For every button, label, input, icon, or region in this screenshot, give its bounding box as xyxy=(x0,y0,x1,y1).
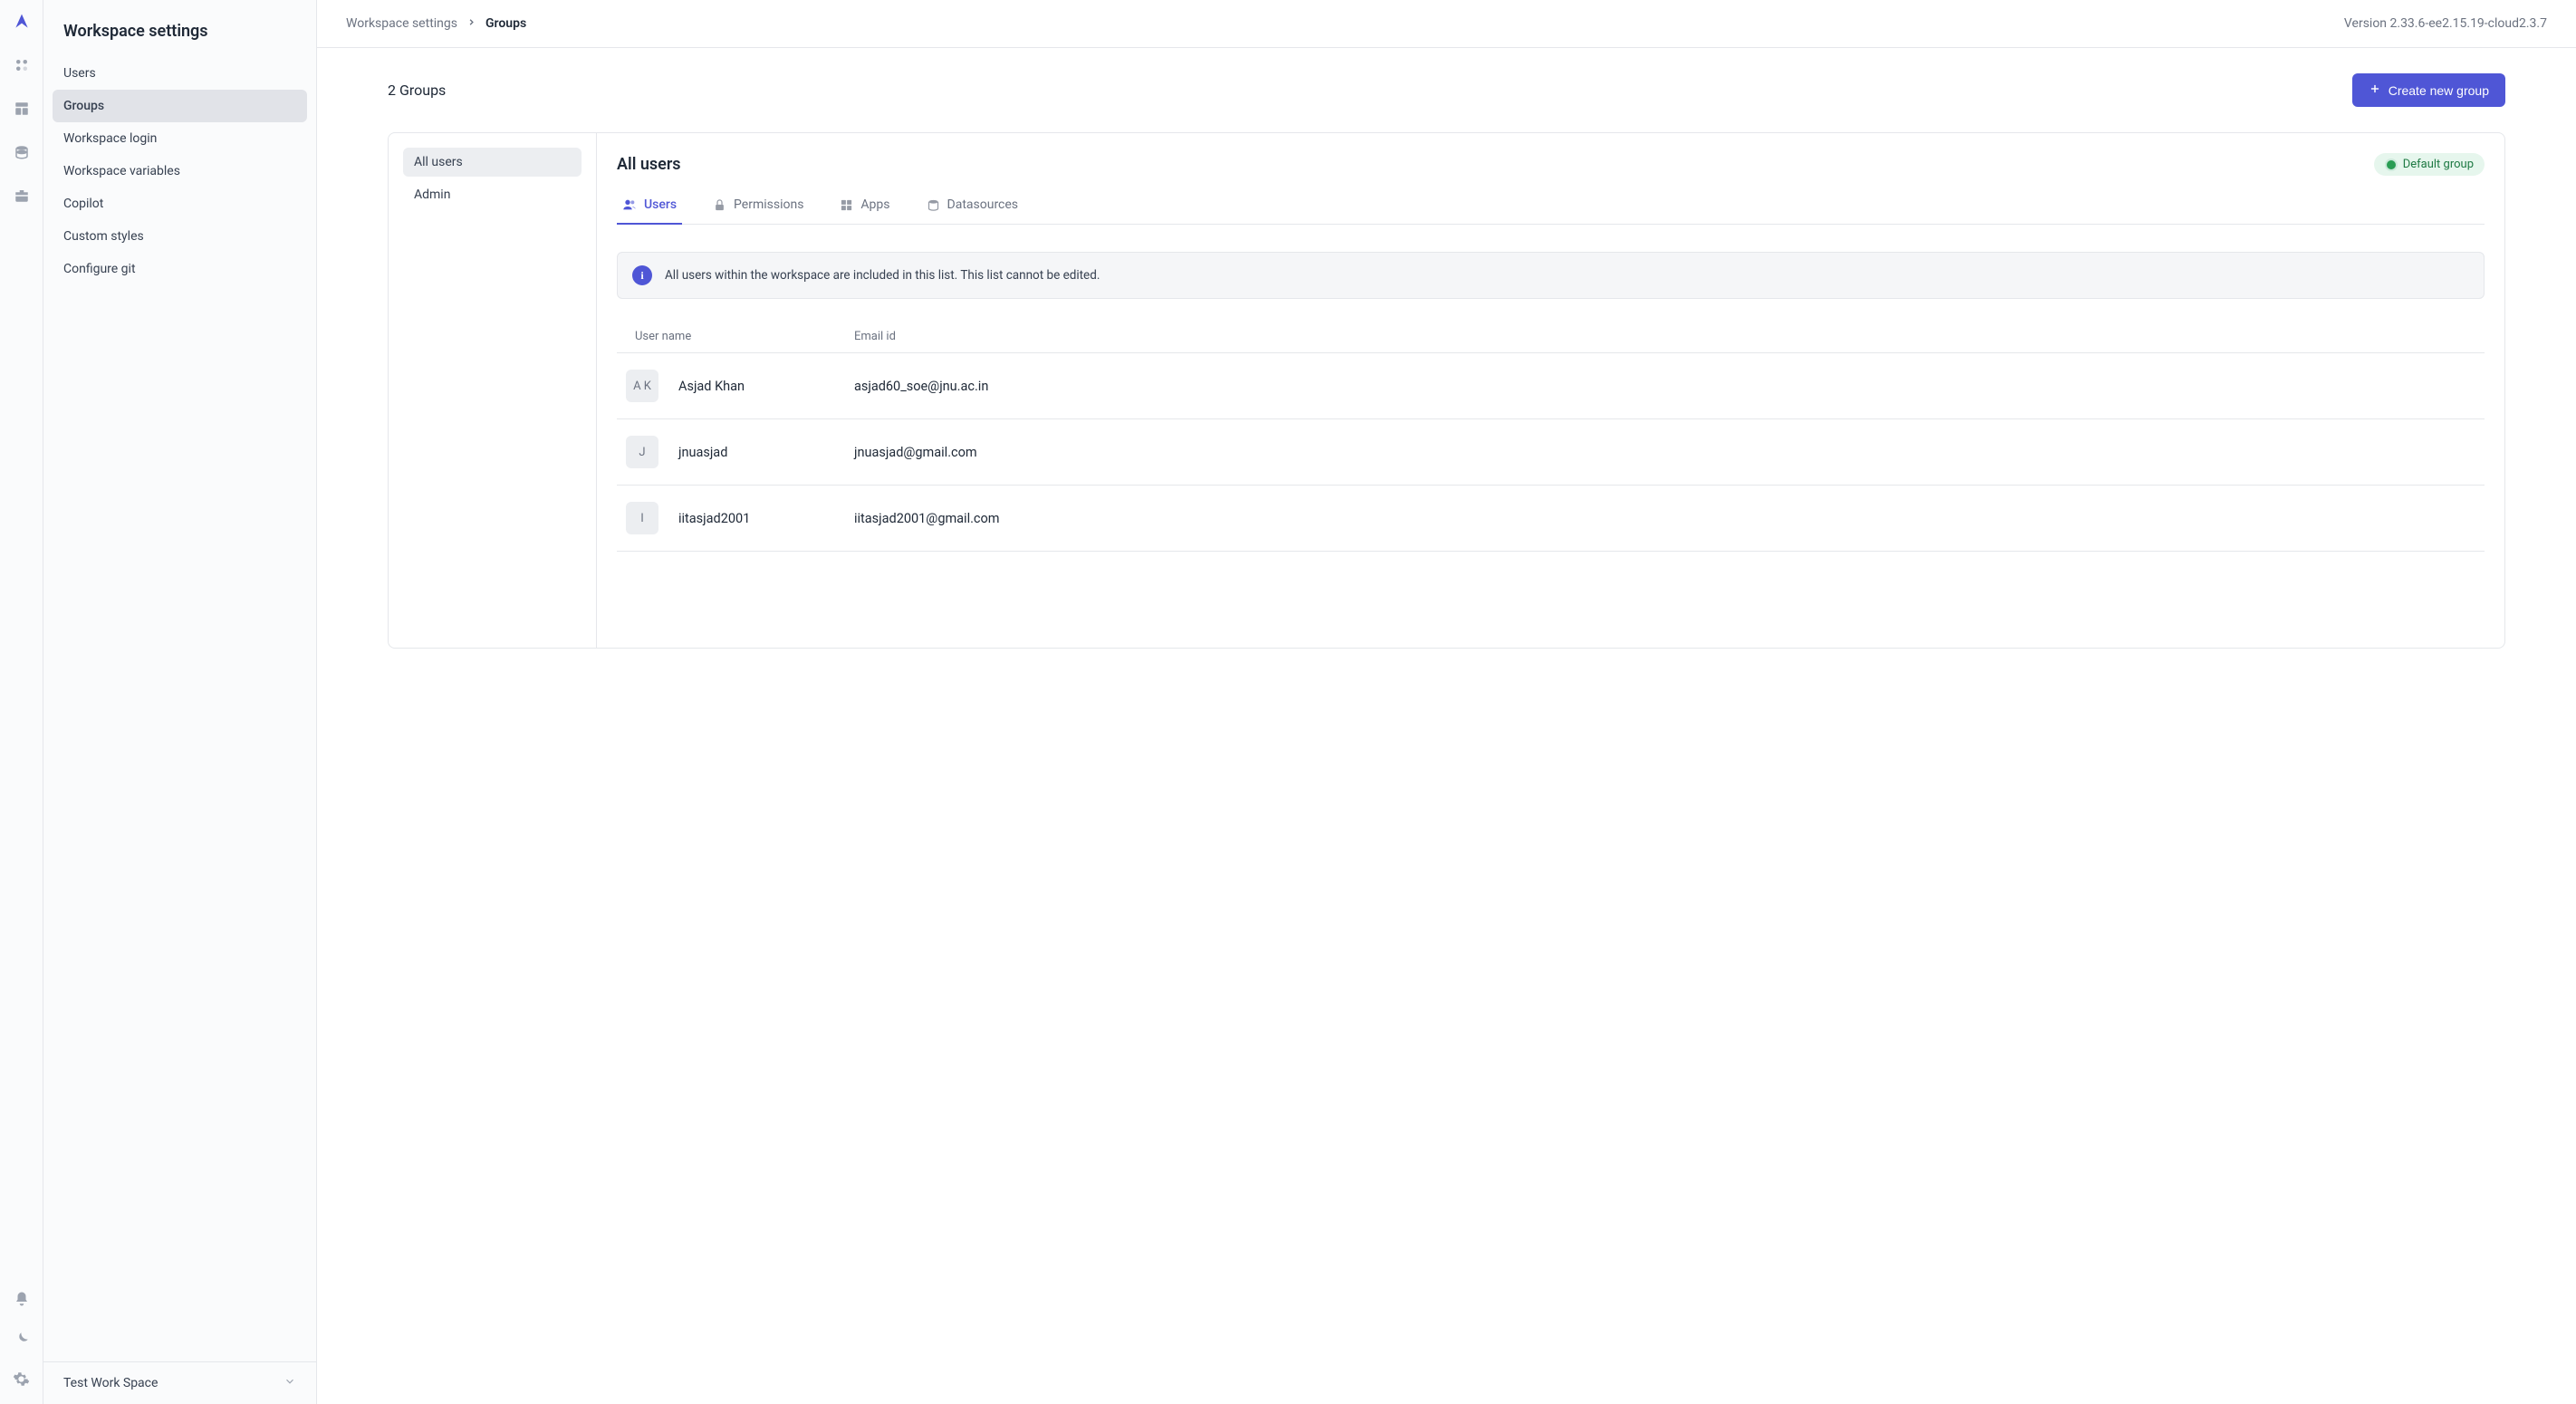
col-email: Email id xyxy=(854,330,2475,343)
group-list: All users Admin xyxy=(389,133,597,648)
tab-label: Permissions xyxy=(734,197,803,212)
datasources-icon xyxy=(927,198,940,212)
templates-icon[interactable] xyxy=(13,100,31,118)
info-icon: i xyxy=(632,265,652,285)
group-list-item-admin[interactable]: Admin xyxy=(403,180,582,209)
tab-permissions[interactable]: Permissions xyxy=(707,188,809,225)
database-icon[interactable] xyxy=(13,143,31,161)
briefcase-icon[interactable] xyxy=(13,187,31,205)
user-display-name: jnuasjad xyxy=(678,445,841,460)
col-user-name: User name xyxy=(626,330,841,343)
users-icon xyxy=(622,197,637,212)
group-count: 2 Groups xyxy=(388,82,446,99)
table-header: User name Email id xyxy=(617,321,2485,352)
group-tabs: Users Permissions Apps xyxy=(617,188,2485,225)
group-name: All users xyxy=(617,155,681,174)
plus-icon xyxy=(2369,82,2381,98)
theme-icon[interactable] xyxy=(13,1330,31,1348)
workspace-name: Test Work Space xyxy=(63,1376,158,1390)
content-header: 2 Groups Create new group xyxy=(388,73,2505,107)
user-table: User name Email id A K Asjad Khan asjad6… xyxy=(617,321,2485,552)
table-row: J jnuasjad jnuasjad@gmail.com xyxy=(617,418,2485,485)
info-banner: i All users within the workspace are inc… xyxy=(617,252,2485,299)
table-row: I iitasjad2001 iitasjad2001@gmail.com xyxy=(617,485,2485,552)
breadcrumb: Workspace settings Groups xyxy=(346,16,526,31)
apps-icon[interactable] xyxy=(13,56,31,74)
table-row: A K Asjad Khan asjad60_soe@jnu.ac.in xyxy=(617,352,2485,418)
bell-icon[interactable] xyxy=(13,1290,31,1308)
tab-apps[interactable]: Apps xyxy=(834,188,895,225)
settings-item-copilot[interactable]: Copilot xyxy=(53,188,307,220)
main-area: Workspace settings Groups Version 2.33.6… xyxy=(317,0,2576,1404)
version-text: Version 2.33.6-ee2.15.19-cloud2.3.7 xyxy=(2344,16,2547,31)
user-email: asjad60_soe@jnu.ac.in xyxy=(854,379,2475,394)
settings-item-groups[interactable]: Groups xyxy=(53,90,307,122)
avatar: I xyxy=(626,502,658,534)
badge-label: Default group xyxy=(2403,158,2474,171)
user-display-name: iitasjad2001 xyxy=(678,511,841,526)
settings-gear-icon[interactable] xyxy=(13,1370,31,1388)
breadcrumb-parent[interactable]: Workspace settings xyxy=(346,16,457,31)
tab-label: Users xyxy=(644,197,677,212)
settings-item-workspace-login[interactable]: Workspace login xyxy=(53,122,307,155)
settings-title: Workspace settings xyxy=(43,0,316,57)
groups-panel: All users Admin All users Default group xyxy=(388,132,2505,649)
chevron-right-icon xyxy=(466,16,476,31)
tab-datasources[interactable]: Datasources xyxy=(921,188,1024,225)
settings-sidebar: Workspace settings Users Groups Workspac… xyxy=(43,0,317,1404)
user-email: iitasjad2001@gmail.com xyxy=(854,511,2475,526)
info-text: All users within the workspace are inclu… xyxy=(665,268,1100,283)
group-detail: All users Default group Users xyxy=(597,133,2504,648)
settings-item-custom-styles[interactable]: Custom styles xyxy=(53,220,307,253)
chevron-down-icon xyxy=(284,1375,296,1391)
default-group-badge: Default group xyxy=(2374,153,2485,176)
settings-item-workspace-variables[interactable]: Workspace variables xyxy=(53,155,307,188)
create-group-button[interactable]: Create new group xyxy=(2352,73,2505,107)
breadcrumb-current: Groups xyxy=(485,16,526,31)
tab-users[interactable]: Users xyxy=(617,188,682,225)
top-bar: Workspace settings Groups Version 2.33.6… xyxy=(317,0,2576,48)
user-display-name: Asjad Khan xyxy=(678,379,841,394)
lock-icon xyxy=(713,198,726,212)
create-group-label: Create new group xyxy=(2389,83,2489,98)
avatar: A K xyxy=(626,370,658,402)
badge-dot-icon xyxy=(2385,159,2398,171)
tab-label: Apps xyxy=(860,197,889,212)
group-list-item-all-users[interactable]: All users xyxy=(403,148,582,177)
apps-grid-icon xyxy=(840,198,853,212)
settings-menu: Users Groups Workspace login Workspace v… xyxy=(43,57,316,285)
icon-rail xyxy=(0,0,43,1404)
tab-label: Datasources xyxy=(947,197,1019,212)
logo-icon[interactable] xyxy=(13,13,31,31)
user-email: jnuasjad@gmail.com xyxy=(854,445,2475,460)
avatar: J xyxy=(626,436,658,468)
settings-item-configure-git[interactable]: Configure git xyxy=(53,253,307,285)
settings-item-users[interactable]: Users xyxy=(53,57,307,90)
workspace-selector[interactable]: Test Work Space xyxy=(43,1361,316,1404)
